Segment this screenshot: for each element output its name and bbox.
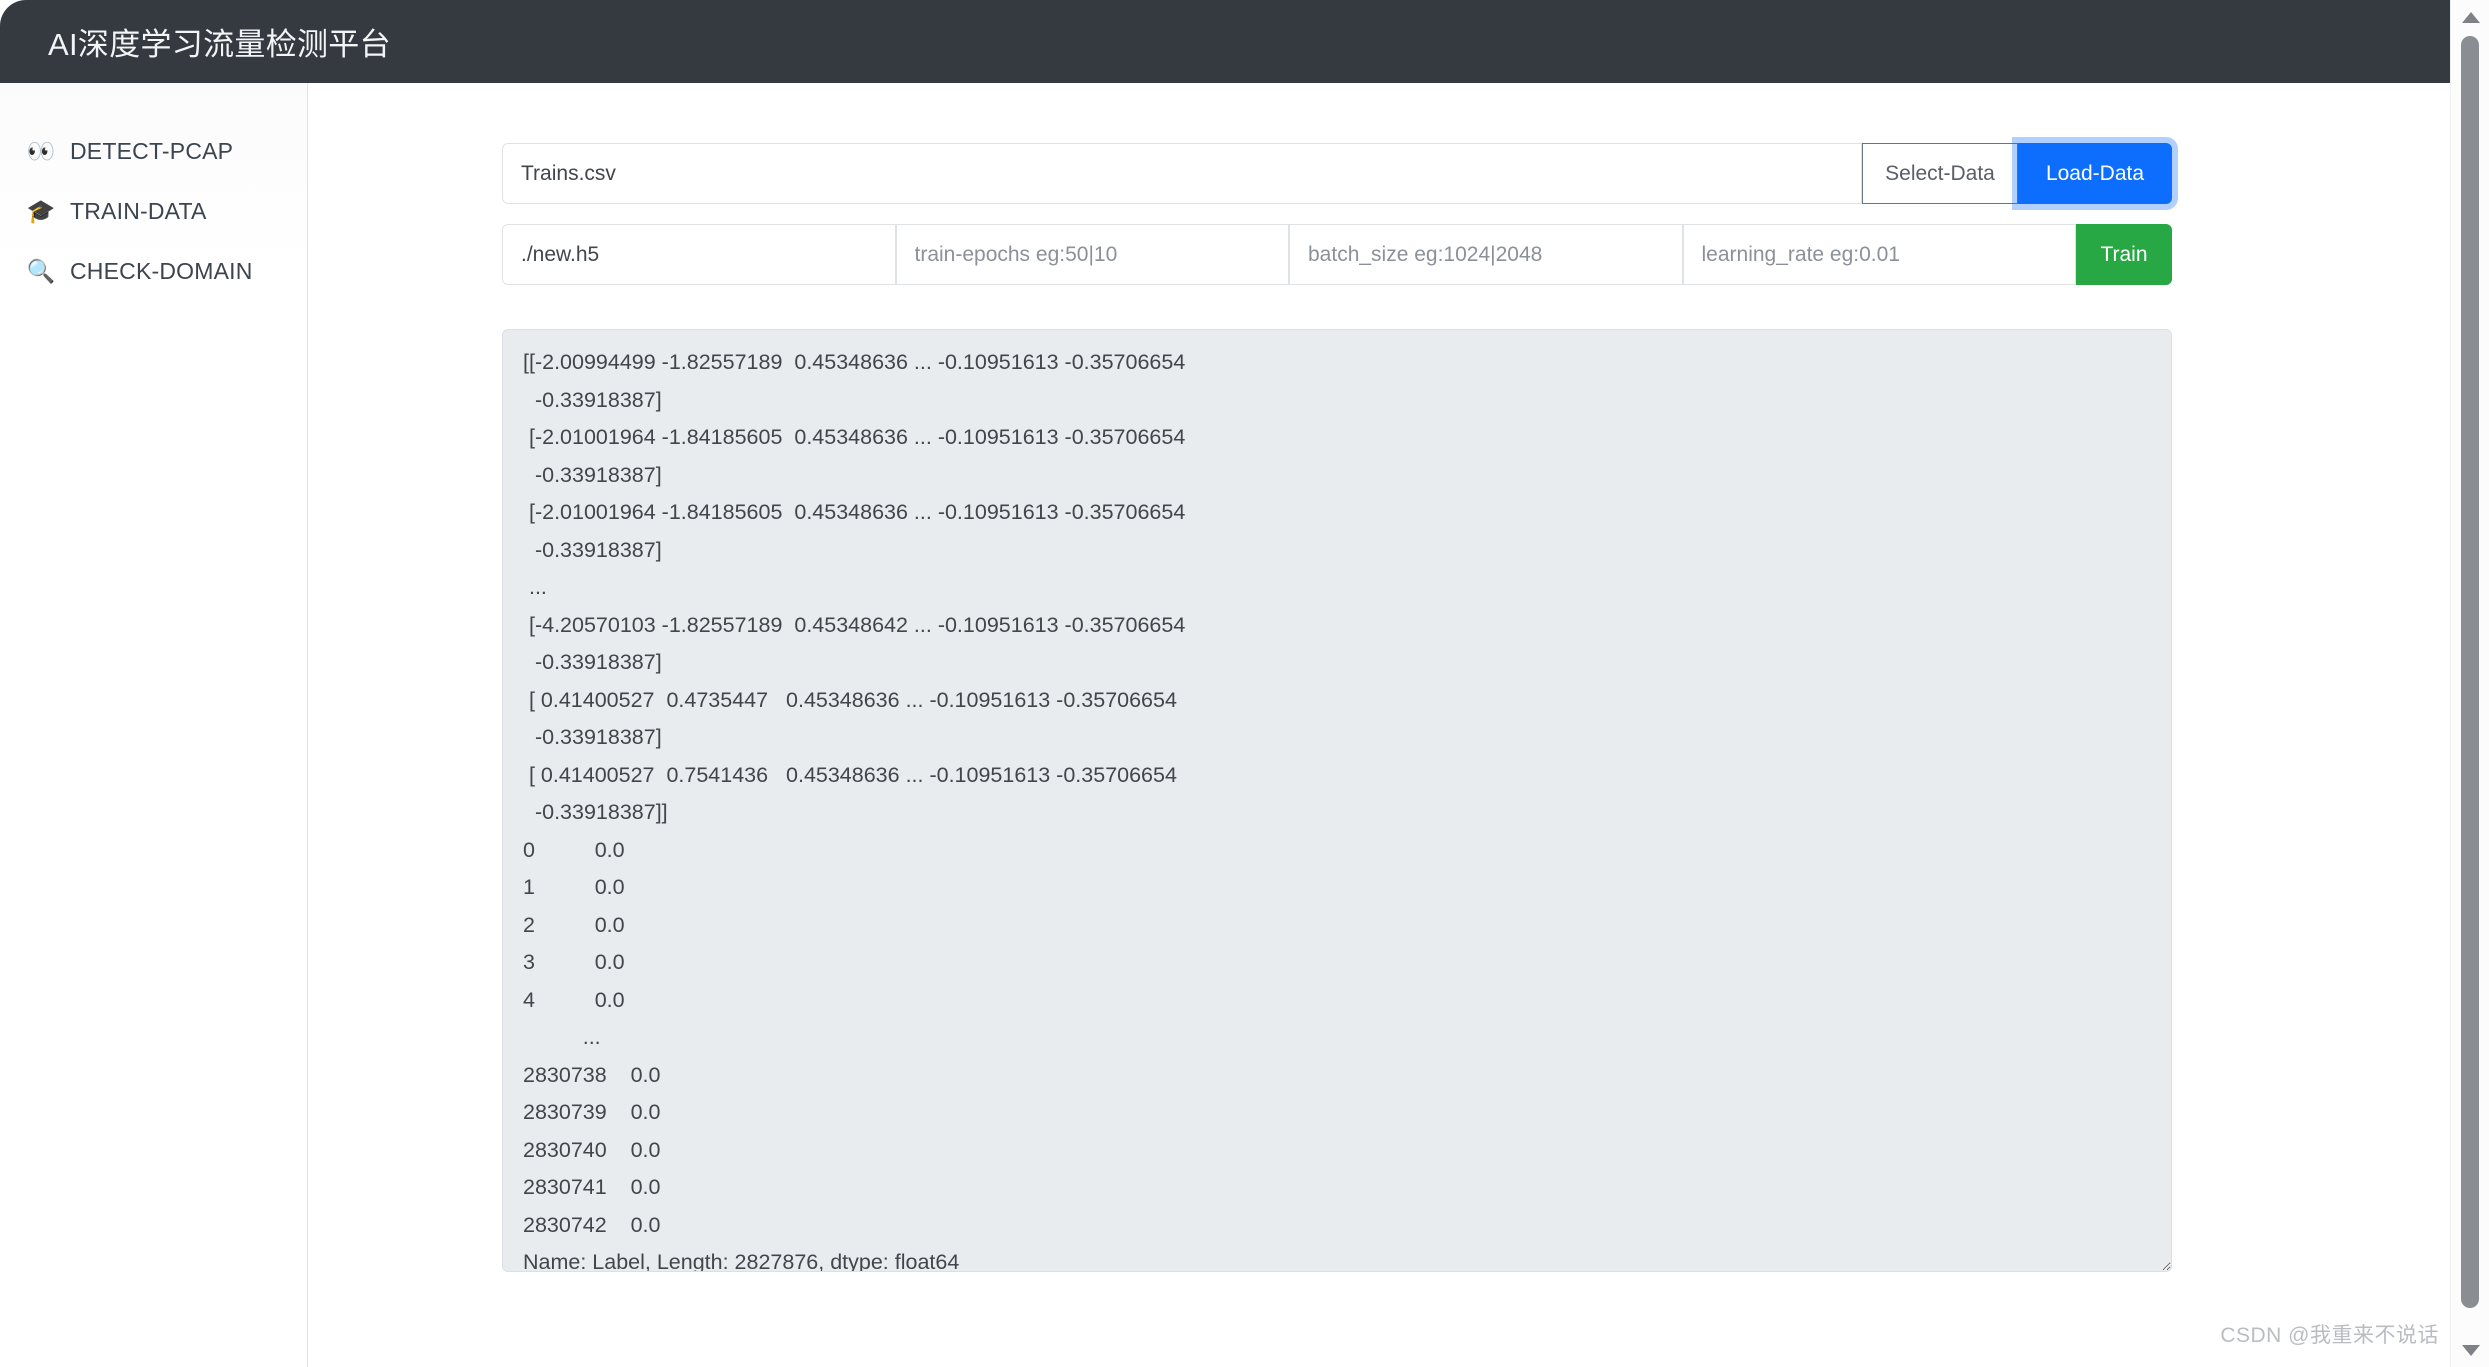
graduation-cap-icon: 🎓: [26, 197, 56, 224]
page-title: AI深度学习流量检测平台: [48, 27, 391, 62]
scroll-down-arrow-icon[interactable]: [2451, 1335, 2489, 1365]
learning-rate-input[interactable]: [1682, 224, 2076, 285]
train-button[interactable]: Train: [2076, 224, 2172, 285]
select-data-button[interactable]: Select-Data: [1862, 143, 2018, 204]
page-scrollbar[interactable]: [2450, 0, 2489, 1367]
main-content: Select-Data Load-Data Train [[-2.0099449…: [309, 83, 2450, 1367]
data-file-input[interactable]: [502, 143, 1862, 204]
csdn-watermark: CSDN @我重来不说话: [2220, 1324, 2439, 1347]
sidebar-item-label: DETECT-PCAP: [70, 137, 234, 164]
app-header: AI深度学习流量检测平台: [0, 0, 2450, 83]
magnifier-icon: 🔍: [26, 257, 56, 284]
train-epochs-input[interactable]: [895, 224, 1289, 285]
batch-size-input[interactable]: [1289, 224, 1683, 285]
sidebar-item-train-data[interactable]: 🎓 TRAIN-DATA: [0, 181, 307, 241]
sidebar-item-label: TRAIN-DATA: [70, 197, 207, 224]
scroll-up-arrow-icon[interactable]: [2451, 2, 2489, 32]
sidebar-item-label: CHECK-DOMAIN: [70, 257, 253, 284]
data-file-group: Select-Data Load-Data: [502, 143, 2172, 204]
app-root: AI深度学习流量检测平台 👀 DETECT-PCAP 🎓 TRAIN-DATA …: [0, 0, 2489, 1367]
sidebar: 👀 DETECT-PCAP 🎓 TRAIN-DATA 🔍 CHECK-DOMAI…: [0, 83, 308, 1367]
sidebar-item-check-domain[interactable]: 🔍 CHECK-DOMAIN: [0, 241, 307, 301]
content-wrapper: Select-Data Load-Data Train [[-2.0099449…: [502, 143, 2172, 1272]
output-textarea[interactable]: [[-2.00994499 -1.82557189 0.45348636 ...…: [502, 329, 2172, 1272]
scrollbar-thumb[interactable]: [2461, 36, 2479, 1308]
load-data-button[interactable]: Load-Data: [2018, 143, 2172, 204]
eyes-icon: 👀: [26, 137, 56, 164]
model-path-input[interactable]: [502, 224, 896, 285]
train-params-group: Train: [502, 224, 2172, 285]
sidebar-item-detect-pcap[interactable]: 👀 DETECT-PCAP: [0, 121, 307, 181]
